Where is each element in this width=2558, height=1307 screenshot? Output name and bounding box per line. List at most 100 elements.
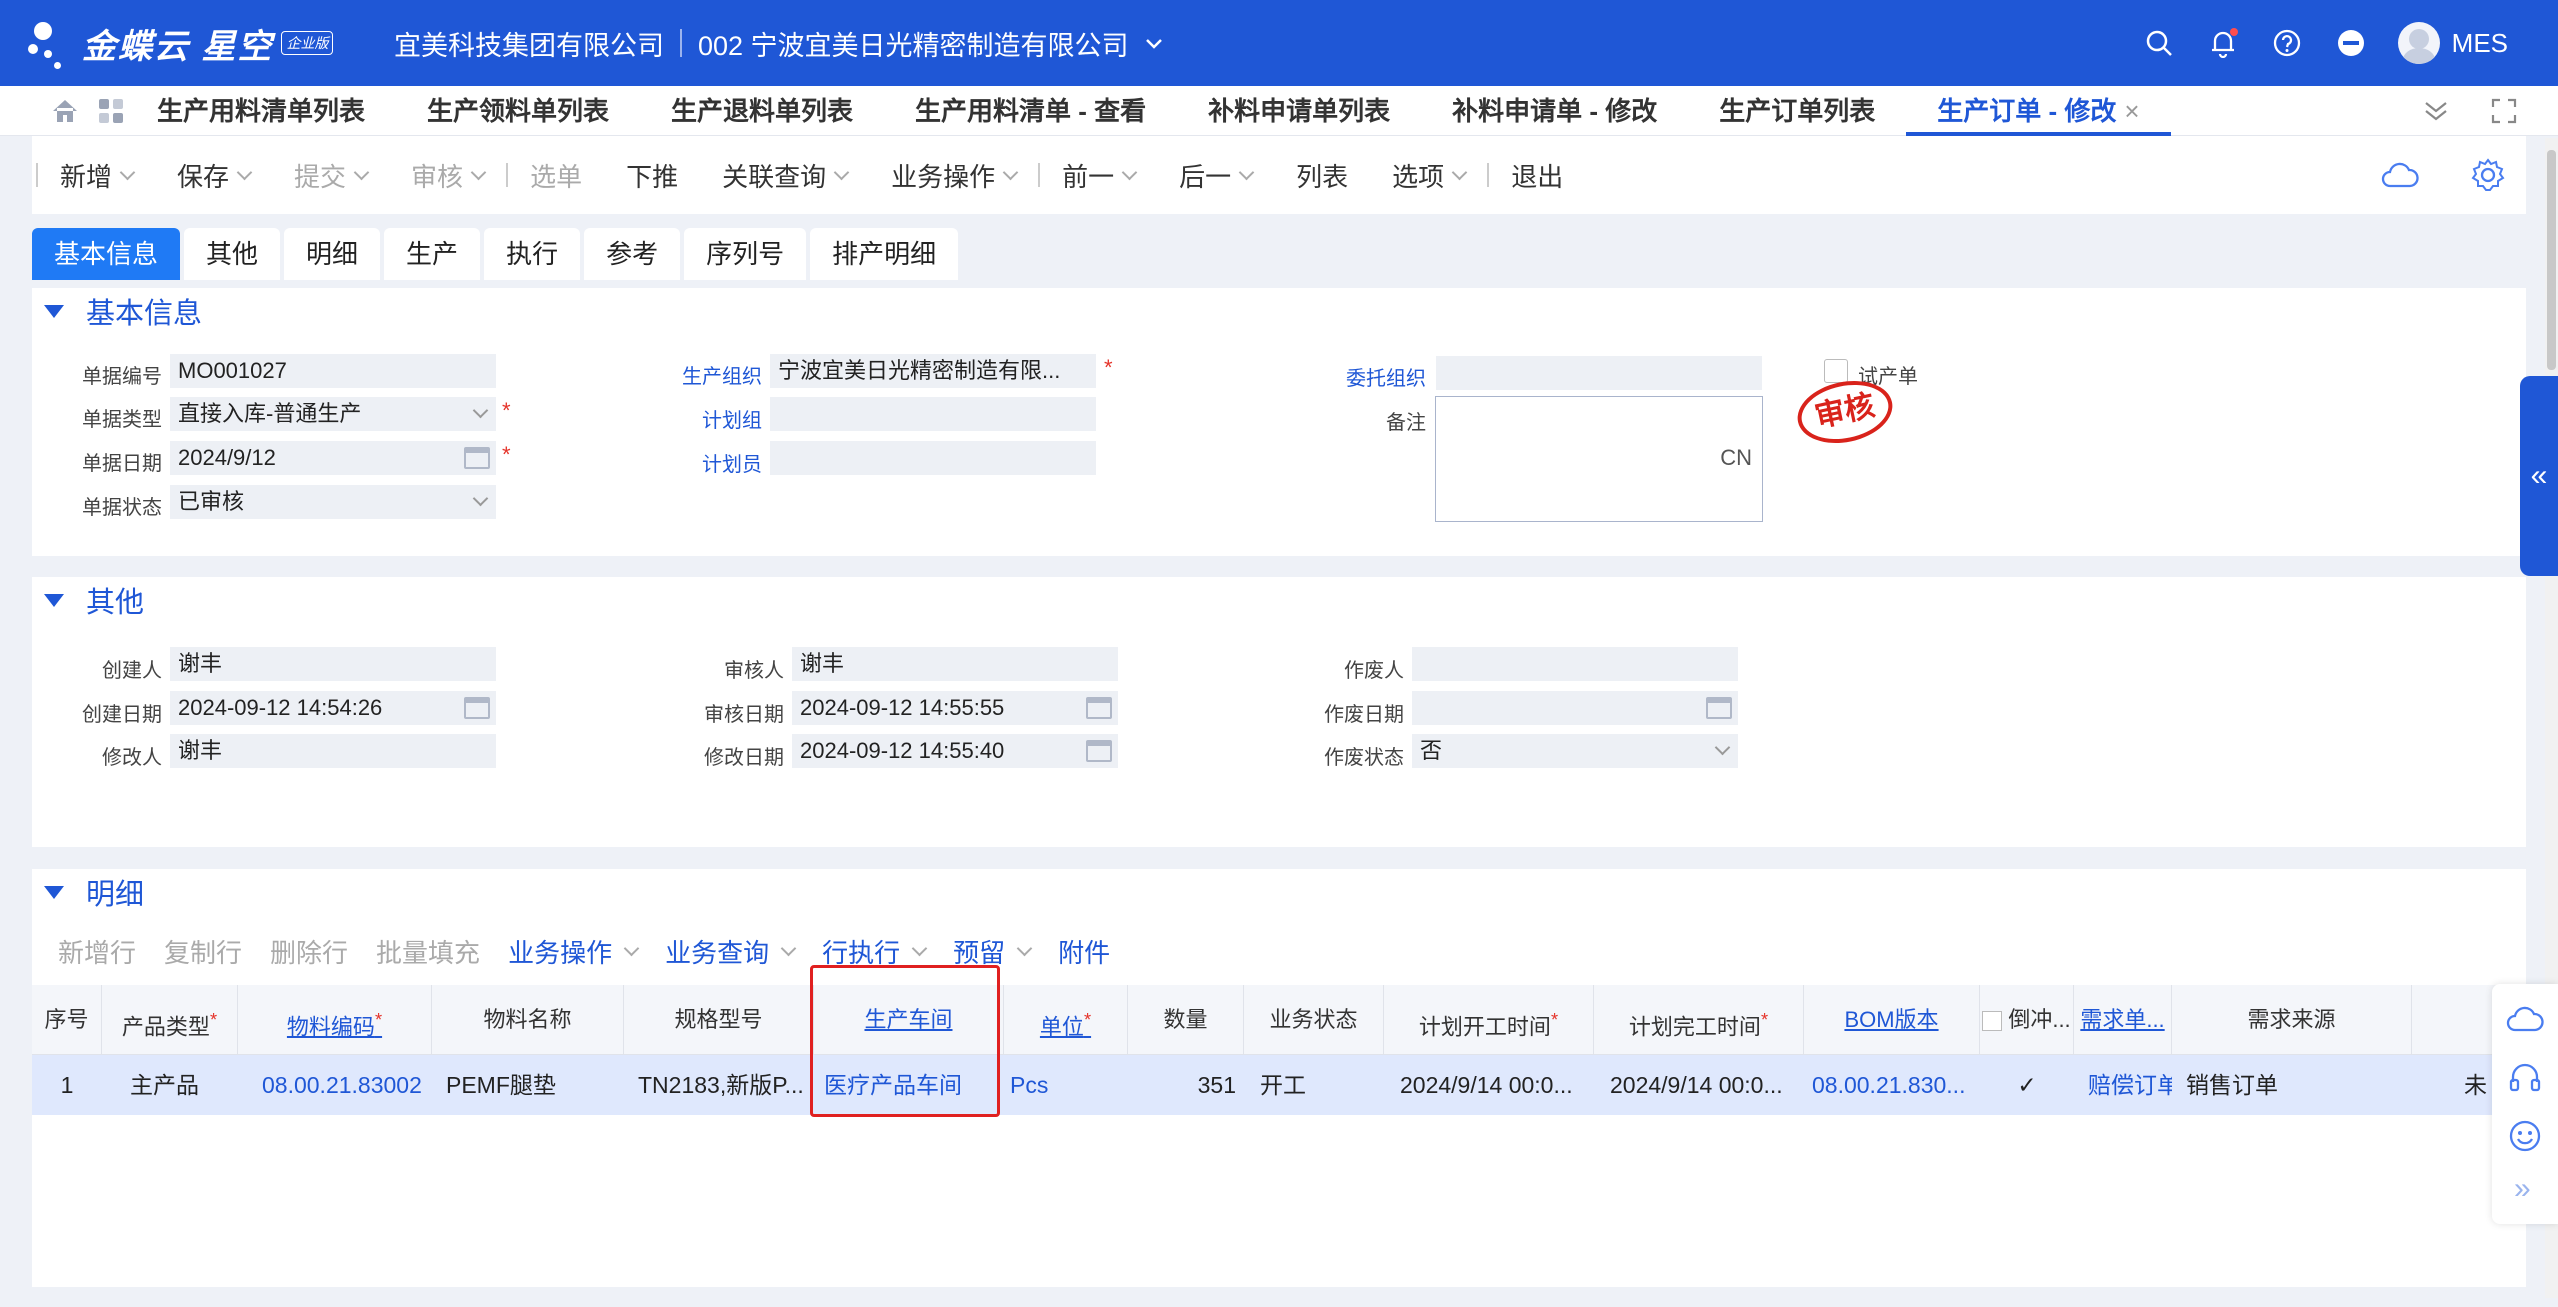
app-logo[interactable]: 金蝶云 星空 企业版 [24, 14, 334, 72]
col-material-code[interactable]: 物料编码* [238, 985, 432, 1055]
audit-button[interactable]: 审核 [389, 157, 506, 194]
section-toggle-basic[interactable]: 基本信息 [32, 288, 2526, 334]
subtab-basic[interactable]: 基本信息 [32, 228, 181, 280]
cell-demand-no[interactable]: 赔偿订单 [2080, 1055, 2172, 1115]
attachment-button[interactable]: 附件 [1044, 933, 1124, 970]
next-button[interactable]: 后一 [1157, 157, 1274, 194]
bill-status-select[interactable]: 已审核 [170, 485, 496, 519]
company-name[interactable]: 宜美科技集团有限公司 [394, 24, 664, 63]
table-row[interactable]: 1 主产品 08.00.21.83002 PEMF腿垫 TN2183,新版P..… [32, 1055, 2526, 1115]
col-spec[interactable]: 规格型号 [624, 985, 814, 1055]
section-toggle-detail[interactable]: 明细 [32, 869, 2526, 915]
tab-supplement-edit[interactable]: 补料申请单 - 修改 [1421, 86, 1688, 136]
double-chevron-down-icon[interactable] [2422, 97, 2450, 125]
org-selector[interactable]: 002 宁波宜美日光精密制造有限公司 [698, 24, 1165, 63]
side-panel-toggle[interactable]: « [2520, 376, 2558, 576]
cloud-icon[interactable] [2380, 160, 2420, 190]
tab-mo-edit[interactable]: 生产订单 - 修改 × [1906, 86, 2171, 136]
modifier-field[interactable]: 谢丰 [170, 734, 496, 768]
col-biz-status[interactable]: 业务状态 [1244, 985, 1384, 1055]
username[interactable]: MES [2452, 28, 2508, 59]
cell-qty[interactable]: 351 [1128, 1055, 1236, 1115]
entrust-org-label[interactable]: 委托组织 [1306, 362, 1426, 391]
subtab-production[interactable]: 生产 [384, 228, 481, 280]
row-execute-button[interactable]: 行执行 [808, 933, 939, 970]
col-seq[interactable]: 序号 [32, 985, 102, 1055]
cell-material-code[interactable]: 08.00.21.83002 [254, 1055, 432, 1115]
business-query-button[interactable]: 业务查询 [651, 933, 808, 970]
options-button[interactable]: 选项 [1370, 157, 1487, 194]
tab-pick-list[interactable]: 生产领料单列表 [396, 86, 640, 136]
bill-no-field[interactable]: MO001027 [170, 354, 496, 388]
cell-backflush-check[interactable]: ✓ [1980, 1055, 2074, 1115]
cell-plan-start[interactable]: 2024/9/14 00:0... [1392, 1055, 1594, 1115]
calendar-icon[interactable] [1086, 740, 1112, 762]
cell-plan-end[interactable]: 2024/9/14 00:0... [1602, 1055, 1804, 1115]
col-unit[interactable]: 单位* [1004, 985, 1128, 1055]
plan-group-label[interactable]: 计划组 [642, 404, 762, 433]
calendar-icon[interactable] [464, 697, 490, 719]
cell-product-type[interactable]: 主产品 [122, 1055, 238, 1115]
subtab-other[interactable]: 其他 [184, 228, 281, 280]
exit-button[interactable]: 退出 [1489, 157, 1585, 194]
cell-demand-source[interactable]: 销售订单 [2178, 1055, 2412, 1115]
planner-field[interactable] [770, 441, 1096, 475]
section-toggle-other[interactable]: 其他 [32, 577, 2526, 623]
bill-type-select[interactable]: 直接入库-普通生产 [170, 397, 496, 431]
bell-icon[interactable] [2206, 26, 2240, 60]
delete-row-button[interactable]: 删除行 [256, 933, 362, 970]
copy-row-button[interactable]: 复制行 [150, 933, 256, 970]
cell-bom-version[interactable]: 08.00.21.830... [1804, 1055, 1980, 1115]
subtab-execution[interactable]: 执行 [484, 228, 581, 280]
creator-field[interactable]: 谢丰 [170, 647, 496, 681]
subtab-serial[interactable]: 序列号 [684, 228, 807, 280]
business-ops-button[interactable]: 业务操作 [869, 157, 1038, 194]
voider-field[interactable] [1412, 647, 1738, 681]
submit-button[interactable]: 提交 [272, 157, 389, 194]
smiley-icon[interactable] [2507, 1118, 2543, 1154]
detail-business-ops-button[interactable]: 业务操作 [494, 933, 651, 970]
prod-org-field[interactable]: 宁波宜美日光精密制造有限... [770, 354, 1096, 388]
headset-icon[interactable] [2507, 1060, 2543, 1096]
tab-return-list[interactable]: 生产退料单列表 [640, 86, 884, 136]
save-button[interactable]: 保存 [155, 157, 272, 194]
language-tag[interactable]: CN [1720, 445, 1752, 471]
cell-unit[interactable]: Pcs [1002, 1055, 1128, 1115]
header-checkbox[interactable] [1982, 1011, 2003, 1032]
trial-checkbox[interactable] [1824, 359, 1848, 383]
subtab-reference[interactable]: 参考 [584, 228, 681, 280]
remark-textarea[interactable]: CN [1435, 396, 1763, 522]
add-button[interactable]: 新增 [38, 157, 155, 194]
linked-query-button[interactable]: 关联查询 [700, 157, 869, 194]
calendar-icon[interactable] [1706, 697, 1732, 719]
plan-group-field[interactable] [770, 397, 1096, 431]
void-date-field[interactable] [1412, 691, 1738, 725]
col-product-type[interactable]: 产品类型* [102, 985, 238, 1055]
calendar-icon[interactable] [464, 447, 490, 469]
audit-date-field[interactable]: 2024-09-12 14:55:55 [792, 691, 1118, 725]
fullscreen-icon[interactable] [2490, 97, 2518, 125]
auditor-field[interactable]: 谢丰 [792, 647, 1118, 681]
col-plan-end[interactable]: 计划完工时间* [1594, 985, 1804, 1055]
col-backflush[interactable]: 倒冲... [1980, 985, 2074, 1055]
apps-toggle-icon[interactable] [2334, 26, 2368, 60]
col-qty[interactable]: 数量 [1128, 985, 1244, 1055]
reserve-button[interactable]: 预留 [939, 933, 1044, 970]
apps-grid-icon[interactable] [96, 96, 126, 126]
subtab-scheduling[interactable]: 排产明细 [810, 228, 959, 280]
planner-label[interactable]: 计划员 [642, 448, 762, 477]
col-material-name[interactable]: 物料名称 [432, 985, 624, 1055]
create-date-field[interactable]: 2024-09-12 14:54:26 [170, 691, 496, 725]
help-icon[interactable] [2270, 26, 2304, 60]
search-icon[interactable] [2142, 26, 2176, 60]
close-icon[interactable]: × [2124, 96, 2139, 126]
void-status-select[interactable]: 否 [1412, 734, 1738, 768]
bill-date-field[interactable]: 2024/9/12 [170, 441, 496, 475]
cloud-icon[interactable] [2505, 1004, 2545, 1034]
list-button[interactable]: 列表 [1274, 157, 1370, 194]
new-row-button[interactable]: 新增行 [44, 933, 150, 970]
col-bom-version[interactable]: BOM版本 [1804, 985, 1980, 1055]
push-down-button[interactable]: 下推 [604, 157, 700, 194]
expand-icon[interactable]: » [2514, 1172, 2531, 1206]
tab-mo-list[interactable]: 生产订单列表 [1688, 86, 1906, 136]
